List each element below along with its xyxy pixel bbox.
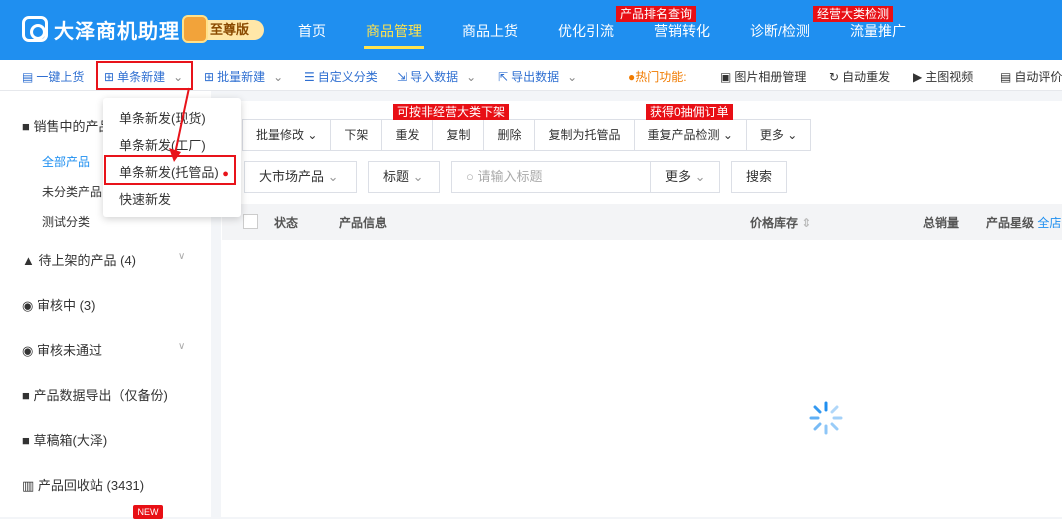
- folder-icon: ■: [22, 433, 30, 448]
- image-icon: ▣: [720, 70, 732, 84]
- album-management[interactable]: ▣ 图片相册管理: [720, 68, 806, 85]
- nav-optimize-traffic[interactable]: 优化引流: [558, 21, 614, 41]
- lock-icon: ◉: [22, 298, 34, 313]
- chevron-down-icon: ⌄: [327, 169, 339, 184]
- chevron-down-icon: ⌄: [787, 128, 798, 142]
- nav-home[interactable]: 首页: [298, 21, 326, 41]
- one-click-upload[interactable]: ▤ 一键上货: [22, 68, 84, 85]
- sidebar-item-recycle[interactable]: ▥ 产品回收站 (3431): [22, 475, 144, 494]
- upload-icon: ▲: [22, 253, 35, 268]
- main-video[interactable]: ▶ 主图视频: [913, 68, 973, 85]
- edition-badge: 至尊版: [182, 15, 266, 43]
- nav-traffic-promotion[interactable]: 流量推广: [850, 21, 906, 41]
- import-icon: ⇲: [397, 70, 408, 84]
- col-status: 状态: [274, 216, 299, 230]
- app-logo-icon: [22, 16, 48, 42]
- col-product-info: 产品信息: [339, 216, 388, 230]
- inspection-tag: 经营大类检测: [813, 6, 894, 22]
- import-data-button[interactable]: ⇲ 导入数据 ⌄: [397, 68, 476, 85]
- auto-review[interactable]: ▤ 自动评价: [1000, 68, 1062, 85]
- category-icon: ☰: [304, 70, 315, 84]
- title-select[interactable]: 标题 ⌄: [368, 161, 440, 193]
- search-icon: ○: [466, 169, 474, 184]
- loading-spinner-icon: [809, 401, 843, 435]
- chevron-down-icon[interactable]: ∨: [178, 341, 185, 352]
- list-icon: ▤: [22, 70, 34, 84]
- dropdown-item-quick[interactable]: 快速新发: [119, 189, 171, 208]
- nav-diagnosis[interactable]: 诊断/检测: [750, 21, 810, 41]
- delete-button[interactable]: 删除: [484, 120, 536, 150]
- sidebar-item-reviewing[interactable]: ◉ 审核中 (3): [22, 295, 95, 314]
- auto-repost[interactable]: ↻ 自动重发: [829, 68, 890, 85]
- plus-icon: ⊞: [204, 70, 215, 84]
- top-header: 大泽商机助理 至尊版 首页 商品管理 商品上货 优化引流 营销转化 诊断/检测 …: [0, 0, 1062, 60]
- reject-icon: ◉: [22, 343, 34, 358]
- chevron-down-icon: ⌄: [694, 169, 706, 184]
- filter-more-select[interactable]: 更多 ⌄: [650, 161, 720, 193]
- duplicate-check-button[interactable]: 重复产品检测 ⌄: [635, 120, 747, 150]
- chevron-down-icon: ⌄: [412, 169, 424, 184]
- search-input[interactable]: ○ 请输入标题: [451, 161, 651, 193]
- chevron-down-icon: ⌄: [273, 70, 284, 84]
- sort-icon: ⇕: [801, 216, 812, 230]
- sidebar-item-drafts[interactable]: ■ 草稿箱(大泽): [22, 430, 107, 449]
- sidebar-sub-test[interactable]: 测试分类: [42, 213, 90, 230]
- hot-features-label: ●热门功能:: [628, 70, 687, 84]
- sidebar-item-rejected[interactable]: ◉ 审核未通过: [22, 340, 102, 359]
- ranking-tag: 产品排名查询: [616, 6, 697, 22]
- sidebar-item-export[interactable]: ■ 产品数据导出（仅备份): [22, 385, 168, 404]
- more-actions-button[interactable]: 更多 ⌄: [747, 120, 810, 150]
- copy-button[interactable]: 复制: [433, 120, 485, 150]
- refresh-icon: ↻: [829, 70, 840, 84]
- nav-product-upload[interactable]: 商品上货: [462, 21, 518, 41]
- nav-product-management[interactable]: 商品管理: [366, 21, 422, 41]
- batch-new-button[interactable]: ⊞ 批量新建 ⌄: [204, 68, 283, 85]
- active-nav-underline: [364, 46, 424, 49]
- unlist-button[interactable]: 下架: [331, 120, 383, 150]
- commission-tag: 获得0抽佣订单: [646, 104, 733, 120]
- select-all-checkbox[interactable]: [243, 214, 258, 229]
- copy-hosted-button[interactable]: 复制为托管品: [535, 120, 635, 150]
- search-button[interactable]: 搜索: [731, 161, 787, 193]
- crown-icon: [182, 15, 208, 43]
- arrow-icon: [169, 87, 190, 162]
- chevron-down-icon: ⌄: [466, 70, 477, 84]
- nav-marketing[interactable]: 营销转化: [654, 21, 710, 41]
- review-icon: ▤: [1000, 70, 1012, 84]
- app-name: 大泽商机助理: [54, 21, 180, 43]
- custom-category-button[interactable]: ☰ 自定义分类: [304, 68, 378, 85]
- unlist-tag: 可按非经营大类下架: [393, 104, 510, 120]
- col-total-sales: 总销量: [923, 216, 960, 230]
- col-price-stock[interactable]: 价格库存 ⇕: [750, 214, 811, 231]
- bag-icon: ■: [22, 119, 30, 134]
- export-icon: ⇱: [498, 70, 509, 84]
- sidebar-item-on-sale[interactable]: ■ 销售中的产品: [22, 116, 112, 135]
- batch-modify-button[interactable]: 批量修改 ⌄: [243, 120, 332, 150]
- sidebar-sub-uncategorized[interactable]: 未分类产品: [42, 183, 102, 200]
- trash-icon: ▥: [22, 478, 35, 493]
- col-star-rating: 产品星级 全店: [986, 216, 1062, 230]
- video-icon: ▶: [913, 70, 923, 84]
- sidebar-sub-all[interactable]: 全部产品: [42, 153, 90, 170]
- sidebar-item-pending[interactable]: ▲ 待上架的产品 (4): [22, 250, 136, 269]
- repost-button[interactable]: 重发: [382, 120, 434, 150]
- chevron-down-icon: ⌄: [307, 128, 318, 142]
- action-button-row: 批量修改 ⌄ 下架 重发 复制 删除 复制为托管品 重复产品检测 ⌄ 更多 ⌄: [242, 119, 812, 151]
- chevron-down-icon: ⌄: [722, 128, 733, 142]
- market-select[interactable]: 大市场产品 ⌄: [244, 161, 357, 193]
- chevron-down-icon[interactable]: ∨: [178, 251, 185, 262]
- folder-icon: ■: [22, 388, 30, 403]
- export-data-button[interactable]: ⇱ 导出数据 ⌄: [498, 68, 577, 85]
- chevron-down-icon: ⌄: [567, 70, 578, 84]
